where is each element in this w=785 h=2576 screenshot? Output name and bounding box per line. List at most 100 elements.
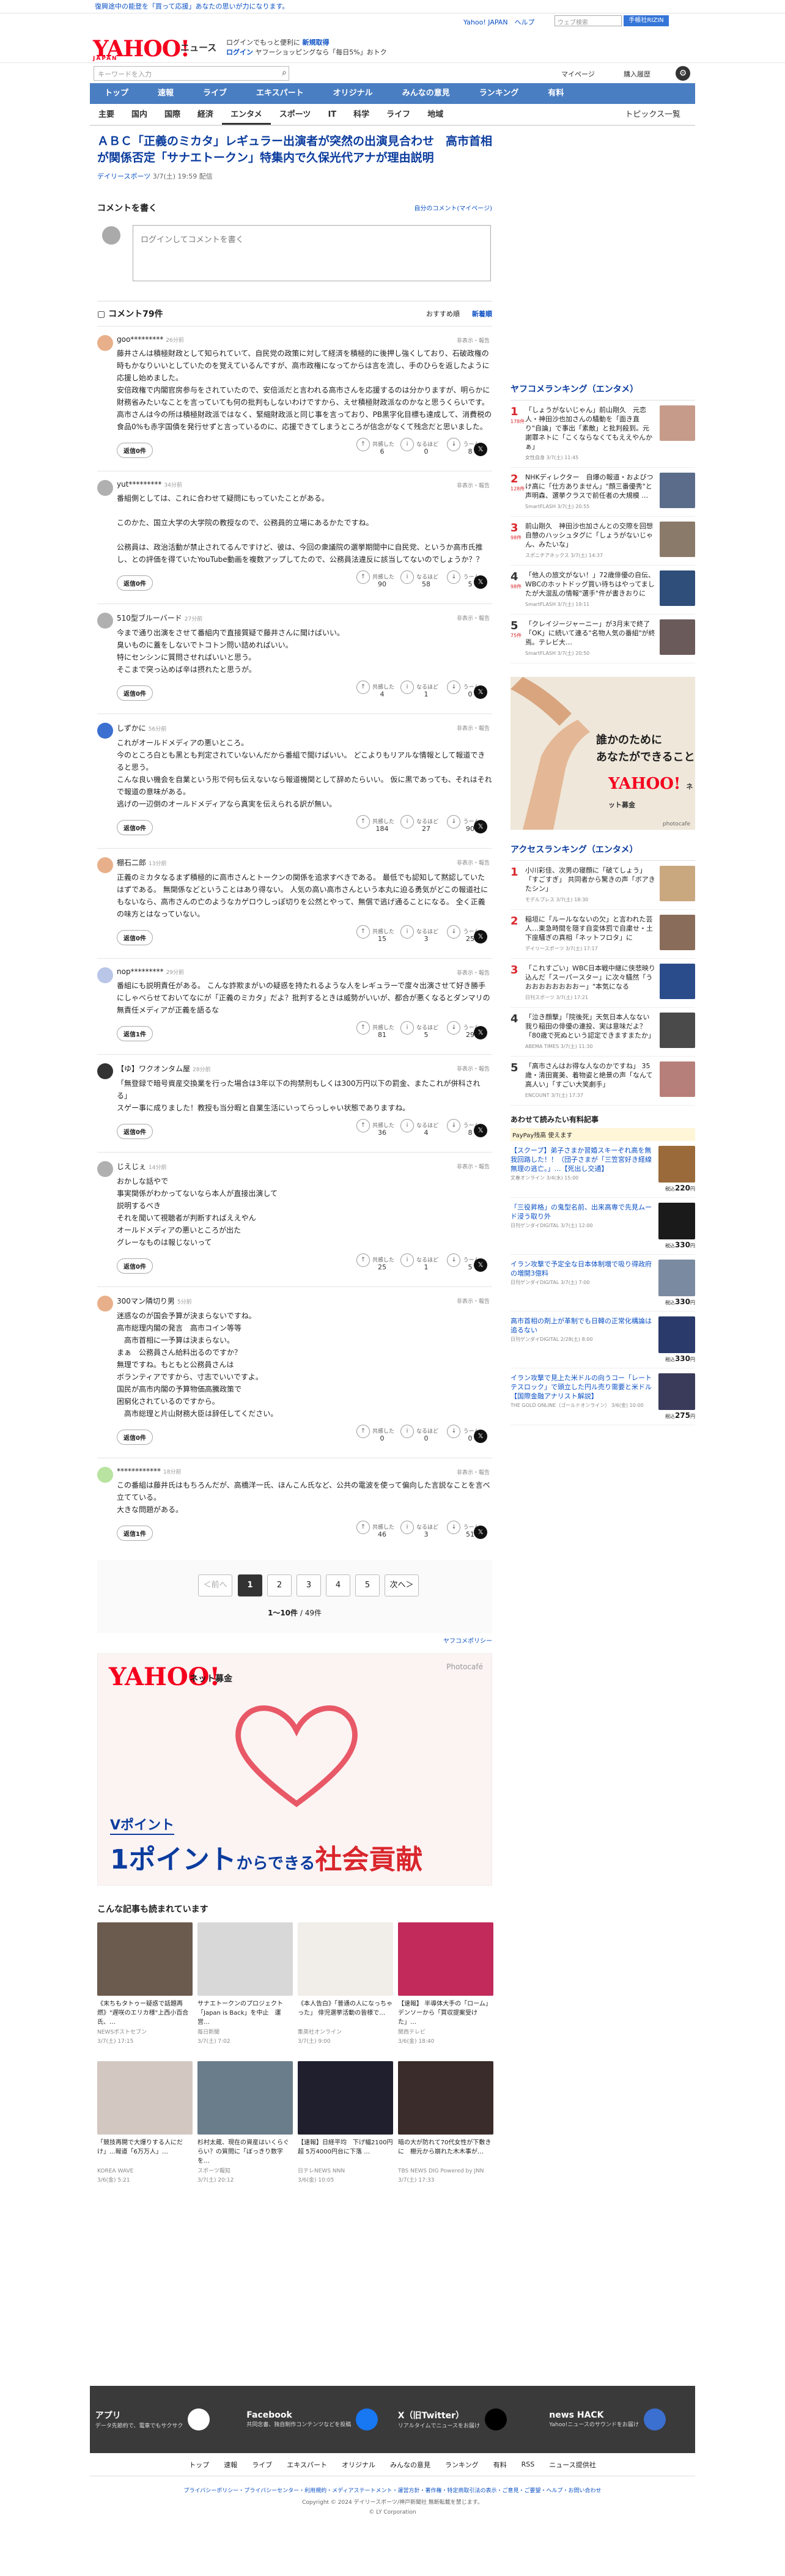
footer-nav-link[interactable]: RSS <box>521 2460 535 2468</box>
paid-article[interactable]: イラン攻撃で予定全な日本体制増で吸り得政府の増開3億料 日刊ゲンダイDIGITAL… <box>510 1255 695 1312</box>
avatar[interactable] <box>97 1296 113 1312</box>
comment-username[interactable]: 510型ブルーバード 27分前 <box>117 613 492 623</box>
category-tab[interactable]: 国際 <box>156 104 189 125</box>
report-link[interactable]: 非表示・報告 <box>457 724 490 732</box>
avatar[interactable] <box>97 613 113 629</box>
reply-toggle-button[interactable]: 返信0件 <box>117 1258 153 1274</box>
paid-article[interactable]: 「三役昇格」の鬼型名前、出来高専で先見ムード浸う取り外 日刊ゲンダイDIGITAL… <box>510 1198 695 1255</box>
reply-toggle-button[interactable]: 返信1件 <box>117 1026 153 1041</box>
x-share-icon[interactable]: 𝕏 <box>474 820 487 833</box>
footer-app-link[interactable]: X（旧Twitter） リアルタイムでニュースをお届け <box>398 2408 539 2430</box>
x-share-icon[interactable]: 𝕏 <box>474 685 487 699</box>
related-article[interactable]: 暗の大が防れて70代女性が下敷きに 棚元から崩れた木木事が… TBS NEWS D… <box>398 2061 493 2185</box>
comment-username[interactable]: goo********* 26分前 <box>117 335 492 344</box>
ranking-item[interactable]: 4 「泣き顔撃」「院後死」天気日本人なない我り稲田の俳優の連投、実は意味だよ？ 「… <box>510 1008 695 1057</box>
footer-nav-link[interactable]: トップ <box>189 2460 209 2470</box>
nav-tab[interactable]: ライブ <box>188 83 241 104</box>
next-page-button[interactable]: 次へ＞ <box>385 1574 419 1596</box>
ranking-item[interactable]: 4 98件 「他人の旅文がない！」72歳俳優の自伝、WBCのホットドッグ買い待ちはや… <box>510 566 695 614</box>
page-2[interactable]: 2 <box>267 1574 292 1596</box>
reaction-empathy-button[interactable]: ↑ 共感した 0 <box>354 1425 397 1442</box>
article-title[interactable]: ＡＢＣ「正義のミカタ」レギュラー出演者が突然の出演見合わせ 高市首相が関係否定「… <box>97 133 492 166</box>
reply-toggle-button[interactable]: 返信0件 <box>117 1430 153 1445</box>
ranking-item[interactable]: 2 128件 NHKディレクター 自爆の報道・およびつけ高に「仕方ありません」"顔三… <box>510 468 695 517</box>
footer-nav-link[interactable]: ランキング <box>445 2460 479 2470</box>
footer-nav-link[interactable]: ライブ <box>252 2460 272 2470</box>
footer-nav-link[interactable]: ニュース提供社 <box>549 2460 595 2470</box>
related-article[interactable]: 《末ちもタトゥー疑惑で話題再燃》"遅咲のエリカ様"上西小百合氏、… NEWSポスト… <box>97 1922 193 2046</box>
footer-nav-link[interactable]: 速報 <box>224 2460 237 2470</box>
gear-icon[interactable]: ⚙ <box>676 66 690 81</box>
reaction-empathy-button[interactable]: ↑ 共感した 6 <box>354 438 397 456</box>
x-share-icon[interactable]: 𝕏 <box>474 1526 487 1539</box>
sort-recommended[interactable]: おすすめ順 <box>426 310 460 318</box>
nav-tab[interactable]: ランキング <box>465 83 534 104</box>
avatar[interactable] <box>97 723 113 739</box>
news-search-input[interactable]: キーワードを入力 ⌕ <box>94 66 289 81</box>
ranking-item[interactable]: 5 「高市さんはお得な人なのかですね」 35歳・清田寛美、着物姿と絶景の声「なんて… <box>510 1057 695 1105</box>
search-icon[interactable]: ⌕ <box>282 68 287 78</box>
ranking-item[interactable]: 1 178件 「しょうがないじゃん」前山剛久 元恋人・神田沙也加さんの騒動を「面き直… <box>510 400 695 468</box>
x-share-icon[interactable]: 𝕏 <box>474 1026 487 1039</box>
x-share-icon[interactable]: 𝕏 <box>474 1258 487 1272</box>
reaction-empathy-button[interactable]: ↑ 共感した 46 <box>354 1521 397 1538</box>
related-article[interactable]: サナエトークンのプロジェクト「Japan is Back」を中止 運営… 毎日新聞… <box>197 1922 293 2046</box>
promo-top-bar[interactable]: 復興途中の能登を「買って応援」あなたの思いが力になります。 <box>0 0 785 13</box>
category-tab[interactable]: 地域 <box>419 104 452 125</box>
footer-nav-link[interactable]: オリジナル <box>342 2460 375 2470</box>
category-tab[interactable]: スポーツ <box>271 104 320 125</box>
x-share-icon[interactable]: 𝕏 <box>474 575 487 589</box>
reaction-empathy-button[interactable]: ↑ 共感した 36 <box>354 1119 397 1137</box>
ranking-item[interactable]: 3 98件 前山剛久 神田沙也加さんとの交際を回想 自憩のハッシュタグに「しょうがな… <box>510 517 695 566</box>
my-comments-link[interactable]: 自分のコメント(マイページ) <box>414 203 492 212</box>
page-3[interactable]: 3 <box>297 1574 321 1596</box>
category-tab[interactable]: IT <box>319 104 345 125</box>
comment-username[interactable]: 【ゆ】ワクオンタム屋 28分前 <box>117 1063 492 1074</box>
reply-toggle-button[interactable]: 返信0件 <box>117 575 153 591</box>
reaction-insight-button[interactable]: i なるほど 1 <box>398 681 441 698</box>
reaction-empathy-button[interactable]: ↑ 共感した 90 <box>354 570 397 588</box>
avatar[interactable] <box>97 335 113 351</box>
report-link[interactable]: 非表示・報告 <box>457 858 490 866</box>
comment-username[interactable]: 棚石二郎 13分前 <box>117 857 492 868</box>
report-link[interactable]: 非表示・報告 <box>457 1297 490 1305</box>
related-article[interactable]: 《本人告白》「普通の人になっちゃった」 俳児選挙活動の皆様で… 集英社オンライン … <box>298 1922 393 2046</box>
category-tab[interactable]: 国内 <box>123 104 156 125</box>
footer-app-link[interactable]: アプリ データ先節約で、電車でもサクサク <box>95 2408 236 2430</box>
related-article[interactable]: 杉村太蔵、現在の資産はいくらぐらい？の質問に「ぼっきり数字を… スポーツ報知 3/… <box>197 2061 293 2185</box>
report-link[interactable]: 非表示・報告 <box>457 336 490 344</box>
avatar[interactable] <box>97 1161 113 1177</box>
signup-link[interactable]: 新規取得 <box>303 39 330 46</box>
sort-newest[interactable]: 新着順 <box>472 310 492 318</box>
topics-list-link[interactable]: トピックス一覧 <box>616 104 689 126</box>
avatar[interactable] <box>97 1063 113 1079</box>
paid-article[interactable]: イラン攻撃で見上た米ドルの向うコー「レートテスロック」で頭立した円ル売り需要と米… <box>510 1368 695 1425</box>
avatar[interactable] <box>97 857 113 873</box>
related-article[interactable]: 「競技再開で大爆りする人にだけ」...報道「6万万人」… KOREA WAVE 3… <box>97 2061 193 2185</box>
report-link[interactable]: 非表示・報告 <box>457 969 490 976</box>
footer-nav-link[interactable]: 有料 <box>493 2460 507 2470</box>
reaction-insight-button[interactable]: i なるほど 1 <box>398 1253 441 1271</box>
donation-ad-banner[interactable]: YAHOO! ネット募金 Photocafé Vポイント 1ポイントからできる社… <box>97 1653 492 1886</box>
comment-textarea[interactable]: ログインしてコメントを書く <box>133 225 491 281</box>
nav-tab[interactable]: みんなの意見 <box>388 83 465 104</box>
reply-toggle-button[interactable]: 返信0件 <box>117 443 153 458</box>
news-section-label[interactable]: ニュース <box>180 41 216 54</box>
reaction-insight-button[interactable]: i なるほど 4 <box>398 1119 441 1137</box>
footer-nav-link[interactable]: エキスパート <box>287 2460 327 2470</box>
report-link[interactable]: 非表示・報告 <box>457 1162 490 1170</box>
comment-username[interactable]: nop********* 29分前 <box>117 967 492 976</box>
page-4[interactable]: 4 <box>326 1574 350 1596</box>
report-link[interactable]: 非表示・報告 <box>457 614 490 622</box>
reaction-insight-button[interactable]: i なるほど 0 <box>398 1425 441 1442</box>
category-tab[interactable]: 主要 <box>90 104 123 125</box>
report-link[interactable]: 非表示・報告 <box>457 1468 490 1476</box>
footer-links[interactable]: プライバシーポリシー・プライバシーセンター・利用規約・メディアステートメント・運… <box>0 2486 785 2494</box>
x-share-icon[interactable]: 𝕏 <box>474 1124 487 1137</box>
side-donation-ad[interactable]: 誰かのために あなたができること YAHOO! ネット募金 photocafe <box>510 677 695 830</box>
related-article[interactable]: 【速報】日経平均 下げ幅2100円超 5万4000円台に下落 … 日テレNEWS … <box>298 2061 393 2185</box>
reaction-insight-button[interactable]: i なるほど 0 <box>398 438 441 456</box>
purchase-history-link[interactable]: 購入履歴 <box>624 69 650 79</box>
login-link[interactable]: ログイン <box>226 48 253 56</box>
category-tab-entame[interactable]: エンタメ <box>222 104 271 125</box>
